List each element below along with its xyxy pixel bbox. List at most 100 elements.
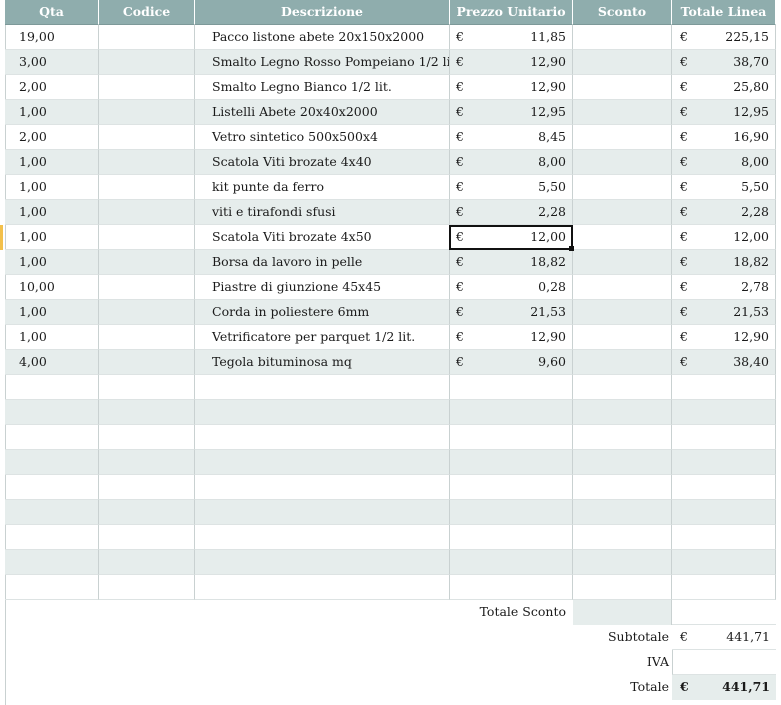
cell-totale-linea[interactable] bbox=[672, 400, 776, 425]
cell-prezzo-unitario[interactable] bbox=[450, 450, 573, 475]
cell-qta[interactable]: 19,00 bbox=[5, 25, 99, 50]
cell-totale-linea[interactable]: €8,00 bbox=[672, 150, 776, 175]
cell-sconto[interactable] bbox=[573, 425, 672, 450]
cell-descrizione[interactable] bbox=[195, 400, 450, 425]
cell-qta[interactable]: 1,00 bbox=[5, 175, 99, 200]
cell-descrizione[interactable]: Smalto Legno Rosso Pompeiano 1/2 lit. bbox=[195, 50, 450, 75]
cell-totale-linea[interactable]: €225,15 bbox=[672, 25, 776, 50]
cell-codice[interactable] bbox=[99, 200, 195, 225]
cell-totale-linea[interactable]: €25,80 bbox=[672, 75, 776, 100]
cell-descrizione[interactable] bbox=[195, 525, 450, 550]
cell-sconto[interactable] bbox=[573, 450, 672, 475]
cell-totale-linea[interactable] bbox=[672, 450, 776, 475]
cell-codice[interactable] bbox=[99, 100, 195, 125]
cell-sconto[interactable] bbox=[573, 525, 672, 550]
cell-totale-linea[interactable]: €18,82 bbox=[672, 250, 776, 275]
cell-codice[interactable] bbox=[99, 75, 195, 100]
cell-prezzo-unitario[interactable]: €11,85 bbox=[450, 25, 573, 50]
cell-qta[interactable] bbox=[5, 500, 99, 525]
cell-descrizione[interactable]: Piastre di giunzione 45x45 bbox=[195, 275, 450, 300]
cell-codice[interactable] bbox=[99, 375, 195, 400]
totale-sconto-blank[interactable] bbox=[672, 600, 776, 625]
cell-sconto[interactable] bbox=[573, 350, 672, 375]
cell-prezzo-unitario[interactable]: €12,95 bbox=[450, 100, 573, 125]
cell-descrizione[interactable]: Vetro sintetico 500x500x4 bbox=[195, 125, 450, 150]
cell-qta[interactable]: 1,00 bbox=[5, 325, 99, 350]
cell-qta[interactable]: 10,00 bbox=[5, 275, 99, 300]
cell-sconto[interactable] bbox=[573, 400, 672, 425]
cell-qta[interactable]: 3,00 bbox=[5, 50, 99, 75]
cell-sconto[interactable] bbox=[573, 575, 672, 600]
cell-codice[interactable] bbox=[99, 325, 195, 350]
cell-sconto[interactable] bbox=[573, 150, 672, 175]
cell-codice[interactable] bbox=[99, 350, 195, 375]
cell-totale-linea[interactable]: €2,28 bbox=[672, 200, 776, 225]
cell-sconto[interactable] bbox=[573, 500, 672, 525]
cell-descrizione[interactable]: Borsa da lavoro in pelle bbox=[195, 250, 450, 275]
cell-codice[interactable] bbox=[99, 150, 195, 175]
cell-totale-linea[interactable]: €16,90 bbox=[672, 125, 776, 150]
cell-prezzo-unitario[interactable] bbox=[450, 500, 573, 525]
cell-prezzo-unitario[interactable]: €8,00 bbox=[450, 150, 573, 175]
cell-codice[interactable] bbox=[99, 175, 195, 200]
cell-qta[interactable] bbox=[5, 475, 99, 500]
cell-sconto[interactable] bbox=[573, 325, 672, 350]
header-totale-linea[interactable]: Totale Linea bbox=[672, 0, 776, 25]
cell-codice[interactable] bbox=[99, 50, 195, 75]
cell-totale-linea[interactable]: €5,50 bbox=[672, 175, 776, 200]
cell-qta[interactable] bbox=[5, 400, 99, 425]
header-codice[interactable]: Codice bbox=[99, 0, 195, 25]
cell-prezzo-unitario[interactable]: €18,82 bbox=[450, 250, 573, 275]
cell-totale-linea[interactable] bbox=[672, 425, 776, 450]
cell-totale-linea[interactable]: €2,78 bbox=[672, 275, 776, 300]
cell-totale-linea[interactable] bbox=[672, 550, 776, 575]
cell-codice[interactable] bbox=[99, 300, 195, 325]
cell-prezzo-unitario[interactable] bbox=[450, 550, 573, 575]
cell-totale-linea[interactable]: €12,00 bbox=[672, 225, 776, 250]
cell-codice[interactable] bbox=[99, 575, 195, 600]
header-sconto[interactable]: Sconto bbox=[573, 0, 672, 25]
cell-qta[interactable] bbox=[5, 450, 99, 475]
cell-codice[interactable] bbox=[99, 450, 195, 475]
cell-descrizione[interactable] bbox=[195, 450, 450, 475]
cell-qta[interactable]: 1,00 bbox=[5, 100, 99, 125]
subtotale-cell[interactable]: € 441,71 bbox=[672, 625, 776, 650]
cell-codice[interactable] bbox=[99, 225, 195, 250]
cell-totale-linea[interactable]: €38,70 bbox=[672, 50, 776, 75]
cell-qta[interactable]: 4,00 bbox=[5, 350, 99, 375]
cell-descrizione[interactable]: viti e tirafondi sfusi bbox=[195, 200, 450, 225]
cell-sconto[interactable] bbox=[573, 475, 672, 500]
cell-sconto[interactable] bbox=[573, 25, 672, 50]
cell-prezzo-unitario[interactable] bbox=[450, 525, 573, 550]
cell-qta[interactable]: 1,00 bbox=[5, 250, 99, 275]
cell-codice[interactable] bbox=[99, 250, 195, 275]
cell-totale-linea[interactable]: €12,90 bbox=[672, 325, 776, 350]
cell-prezzo-unitario[interactable]: €2,28 bbox=[450, 200, 573, 225]
cell-sconto[interactable] bbox=[573, 550, 672, 575]
cell-descrizione[interactable]: Pacco listone abete 20x150x2000 bbox=[195, 25, 450, 50]
cell-prezzo-unitario[interactable] bbox=[450, 375, 573, 400]
cell-prezzo-unitario[interactable]: €5,50 bbox=[450, 175, 573, 200]
cell-descrizione[interactable]: Listelli Abete 20x40x2000 bbox=[195, 100, 450, 125]
cell-qta[interactable]: 2,00 bbox=[5, 75, 99, 100]
cell-totale-linea[interactable] bbox=[672, 500, 776, 525]
cell-prezzo-unitario[interactable]: €9,60 bbox=[450, 350, 573, 375]
cell-prezzo-unitario[interactable]: €12,90 bbox=[450, 75, 573, 100]
cell-prezzo-unitario[interactable]: €12,00 bbox=[450, 225, 573, 250]
cell-prezzo-unitario[interactable] bbox=[450, 575, 573, 600]
cell-sconto[interactable] bbox=[573, 200, 672, 225]
cell-totale-linea[interactable]: €21,53 bbox=[672, 300, 776, 325]
cell-descrizione[interactable] bbox=[195, 475, 450, 500]
cell-qta[interactable] bbox=[5, 575, 99, 600]
fill-handle[interactable] bbox=[569, 246, 574, 251]
cell-prezzo-unitario[interactable]: €12,90 bbox=[450, 325, 573, 350]
cell-prezzo-unitario[interactable]: €21,53 bbox=[450, 300, 573, 325]
cell-totale-linea[interactable] bbox=[672, 475, 776, 500]
cell-codice[interactable] bbox=[99, 400, 195, 425]
cell-totale-linea[interactable] bbox=[672, 575, 776, 600]
cell-descrizione[interactable] bbox=[195, 375, 450, 400]
cell-codice[interactable] bbox=[99, 275, 195, 300]
cell-codice[interactable] bbox=[99, 550, 195, 575]
totale-cell[interactable]: € 441,71 bbox=[672, 675, 776, 700]
cell-sconto[interactable] bbox=[573, 300, 672, 325]
